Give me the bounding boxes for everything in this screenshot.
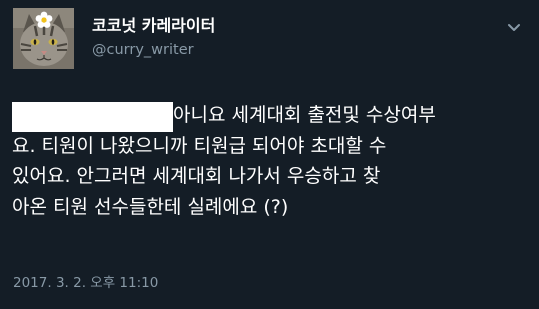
cat-avatar-icon: [13, 8, 74, 69]
tweet-text-line: 아온 티원 선수들한테 실례에요 (?): [12, 195, 289, 218]
chevron-down-icon: [508, 24, 520, 31]
tweet-menu-button[interactable]: [504, 20, 524, 36]
tweet-text-line: 아니요 세계대회 출전및 수상여부: [12, 100, 532, 132]
tweet-text: 아니요 세계대회 출전및 수상여부 요. 티원이 나왔으니까 티원급 되어야 초…: [12, 100, 532, 222]
tweet-text-line: 요. 티원이 나왔으니까 티원급 되어야 초대할 수: [12, 134, 387, 157]
tweet-card: 코코넛 카레라이터 @curry_writer 아니요 세계대회 출전및 수상여…: [0, 0, 539, 309]
redaction-box: [12, 102, 173, 132]
author-handle[interactable]: @curry_writer: [92, 40, 194, 60]
author-display-name[interactable]: 코코넛 카레라이터: [92, 16, 215, 36]
tweet-timestamp[interactable]: 2017. 3. 2. 오후 11:10: [13, 274, 158, 292]
author-avatar[interactable]: [13, 8, 74, 69]
tweet-text-line: 있어요. 안그러면 세계대회 나가서 우승하고 찾: [12, 165, 381, 187]
tweet-text-fragment: 아니요 세계대회 출전및 수상여부: [173, 104, 436, 126]
